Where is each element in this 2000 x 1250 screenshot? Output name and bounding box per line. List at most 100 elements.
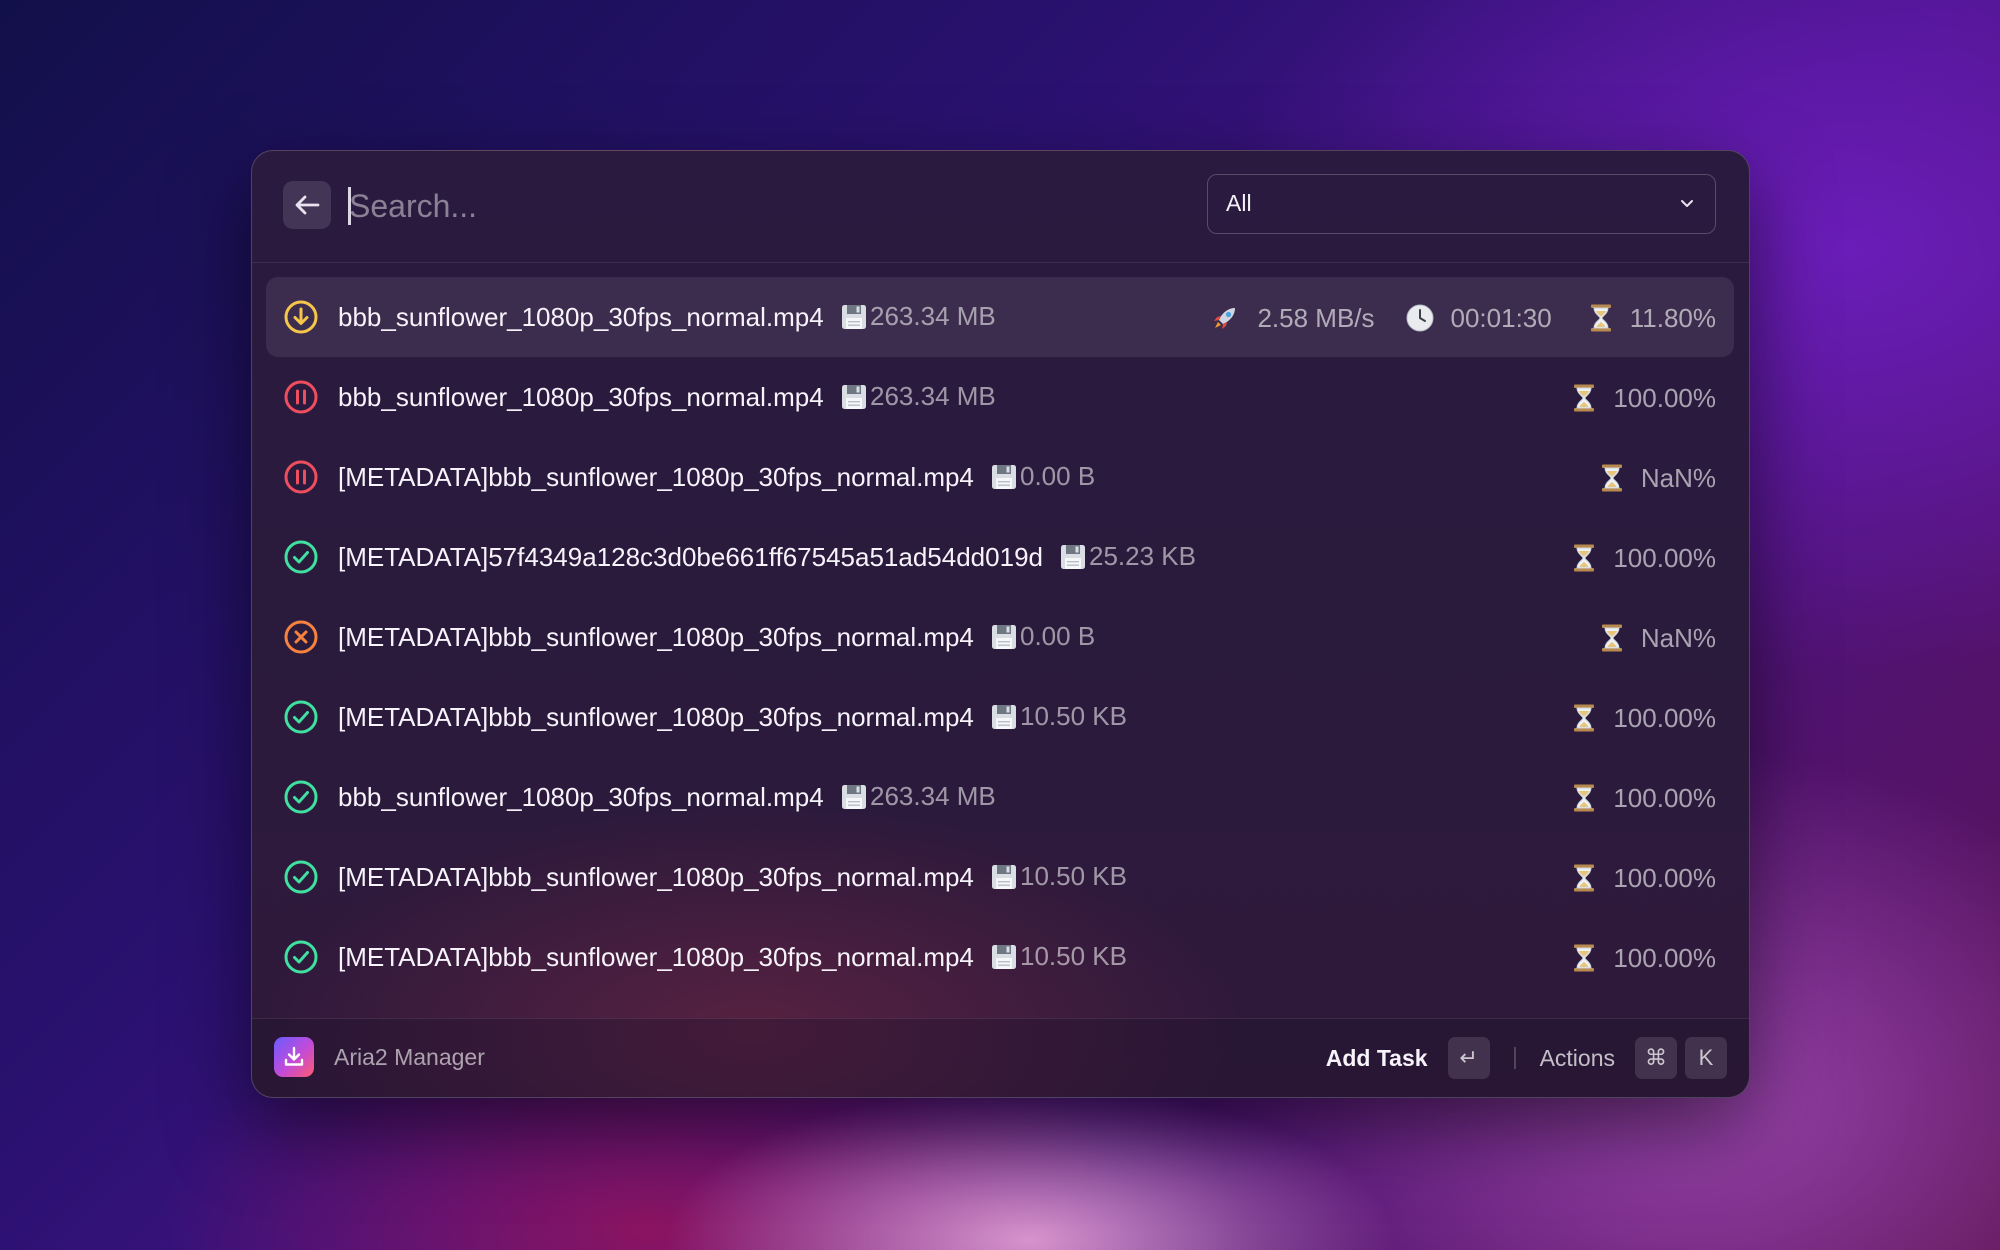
rocket-icon — [1209, 302, 1241, 334]
floppy-disk-icon — [992, 624, 1016, 649]
pause-circle-icon — [284, 380, 318, 414]
floppy-disk-icon — [992, 464, 1016, 489]
task-size: 0.00 B — [990, 461, 1095, 492]
add-task-button[interactable]: Add Task — [1326, 1045, 1428, 1072]
actions-button[interactable]: Actions — [1540, 1045, 1615, 1072]
footer-divider — [1513, 1047, 1516, 1069]
task-progress: 100.00% — [1571, 383, 1716, 414]
task-filename: [METADATA]bbb_sunflower_1080p_30fps_norm… — [338, 622, 974, 652]
command-key-hint: ⌘ — [1635, 1037, 1677, 1079]
check-circle-icon — [284, 860, 318, 894]
task-row[interactable]: [METADATA]bbb_sunflower_1080p_30fps_norm… — [266, 837, 1734, 917]
hourglass-icon — [1571, 783, 1597, 813]
floppy-disk-icon — [842, 384, 866, 409]
task-row[interactable]: bbb_sunflower_1080p_30fps_normal.mp4 263.… — [266, 357, 1734, 437]
task-row[interactable]: [METADATA]bbb_sunflower_1080p_30fps_norm… — [266, 437, 1734, 517]
task-progress: 100.00% — [1571, 863, 1716, 894]
task-progress-value: 11.80% — [1629, 302, 1716, 333]
task-filename: bbb_sunflower_1080p_30fps_normal.mp4 — [338, 382, 824, 412]
task-size-value: 263.34 MB — [870, 301, 996, 331]
floppy-disk-icon — [842, 784, 866, 809]
task-size-value: 10.50 KB — [1020, 701, 1127, 731]
task-speed: 2.58 MB/s — [1209, 302, 1375, 334]
k-key-hint: K — [1685, 1037, 1727, 1079]
task-row[interactable]: bbb_sunflower_1080p_30fps_normal.mp4 263.… — [266, 757, 1734, 837]
task-row[interactable]: bbb_sunflower_1080p_30fps_normal.mp4 263.… — [266, 277, 1734, 357]
task-size-value: 0.00 B — [1020, 621, 1096, 651]
task-size: 10.50 KB — [990, 701, 1127, 732]
task-size-value: 263.34 MB — [870, 381, 996, 411]
task-filename: [METADATA]bbb_sunflower_1080p_30fps_norm… — [338, 702, 974, 732]
task-stats: NaN% — [1599, 461, 1716, 495]
search-bar: All — [252, 151, 1749, 263]
task-filename: [METADATA]57f4349a128c3d0be661ff67545a51… — [338, 542, 1043, 572]
task-size: 0.00 B — [990, 621, 1095, 652]
app-name: Aria2 Manager — [334, 1044, 485, 1070]
floppy-disk-icon — [842, 304, 866, 329]
task-filename: [METADATA]bbb_sunflower_1080p_30fps_norm… — [338, 462, 974, 492]
task-progress-value: NaN% — [1640, 622, 1716, 653]
hourglass-icon — [1571, 703, 1597, 733]
task-progress-value: 100.00% — [1613, 542, 1716, 573]
task-size: 263.34 MB — [840, 301, 996, 332]
task-filename: [METADATA]bbb_sunflower_1080p_30fps_norm… — [338, 862, 974, 892]
task-progress: 100.00% — [1571, 543, 1716, 574]
action-bar: Aria2 Manager Add Task ↵ Actions ⌘ K — [252, 1018, 1749, 1097]
task-row[interactable]: [METADATA]57f4349a128c3d0be661ff67545a51… — [266, 517, 1734, 597]
task-progress: NaN% — [1599, 623, 1716, 654]
back-button[interactable] — [283, 181, 331, 229]
floppy-disk-icon — [1061, 544, 1085, 569]
task-row[interactable]: [METADATA]bbb_sunflower_1080p_30fps_norm… — [266, 917, 1734, 997]
task-progress-value: 100.00% — [1613, 862, 1716, 893]
task-size: 10.50 KB — [990, 941, 1127, 972]
hourglass-icon — [1571, 863, 1597, 893]
hourglass-icon — [1588, 303, 1614, 333]
task-progress: 100.00% — [1571, 783, 1716, 814]
task-list: bbb_sunflower_1080p_30fps_normal.mp4 263.… — [266, 277, 1734, 997]
task-stats: 100.00% — [1571, 381, 1716, 415]
hourglass-icon — [1599, 623, 1625, 653]
pause-circle-icon — [284, 460, 318, 494]
floppy-disk-icon — [992, 944, 1016, 969]
arrow-left-icon — [295, 195, 320, 215]
task-stats: 2.58 MB/s 00:01:30 11.80% — [1209, 301, 1716, 335]
hourglass-icon — [1571, 383, 1597, 413]
task-progress-value: 100.00% — [1613, 382, 1716, 413]
filter-dropdown[interactable]: All — [1207, 174, 1716, 234]
check-circle-icon — [284, 700, 318, 734]
chevron-down-icon — [1681, 200, 1693, 207]
task-stats: 100.00% — [1571, 941, 1716, 975]
task-row[interactable]: [METADATA]bbb_sunflower_1080p_30fps_norm… — [266, 677, 1734, 757]
task-size-value: 10.50 KB — [1020, 941, 1127, 971]
check-circle-icon — [284, 780, 318, 814]
task-size: 263.34 MB — [840, 381, 996, 412]
task-progress-value: 100.00% — [1613, 782, 1716, 813]
hourglass-icon — [1571, 543, 1597, 573]
task-size: 10.50 KB — [990, 861, 1127, 892]
task-progress: 100.00% — [1571, 943, 1716, 974]
hourglass-icon — [1599, 463, 1625, 493]
task-stats: NaN% — [1599, 621, 1716, 655]
floppy-disk-icon — [992, 704, 1016, 729]
task-size-value: 10.50 KB — [1020, 861, 1127, 891]
task-size-value: 25.23 KB — [1089, 541, 1196, 571]
task-progress-value: 100.00% — [1613, 942, 1716, 973]
task-size: 263.34 MB — [840, 781, 996, 812]
clock-icon — [1405, 303, 1435, 333]
task-row[interactable]: [METADATA]bbb_sunflower_1080p_30fps_norm… — [266, 597, 1734, 677]
search-input[interactable] — [347, 177, 1151, 235]
x-circle-icon — [284, 620, 318, 654]
task-stats: 100.00% — [1571, 541, 1716, 575]
app-logo — [274, 1037, 314, 1077]
task-size-value: 263.34 MB — [870, 781, 996, 811]
task-stats: 100.00% — [1571, 701, 1716, 735]
floppy-disk-icon — [992, 864, 1016, 889]
task-speed-value: 2.58 MB/s — [1257, 302, 1375, 333]
download-tray-icon — [284, 1046, 304, 1066]
check-circle-icon — [284, 540, 318, 574]
task-stats: 100.00% — [1571, 781, 1716, 815]
task-size: 25.23 KB — [1059, 541, 1196, 572]
filter-selected-value: All — [1226, 190, 1252, 216]
task-filename: bbb_sunflower_1080p_30fps_normal.mp4 — [338, 302, 824, 332]
download-circle-icon — [284, 300, 318, 334]
